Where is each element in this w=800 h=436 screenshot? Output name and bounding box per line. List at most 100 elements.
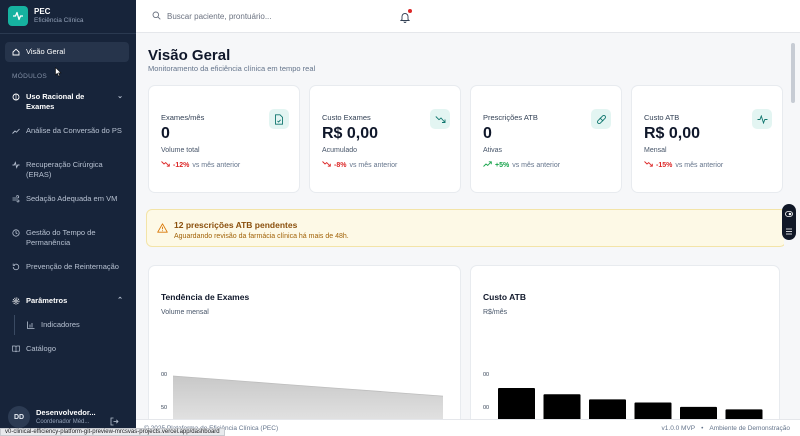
kpi-description: Ativas bbox=[483, 147, 503, 154]
kpi-card[interactable]: Custo Exames R$ 0,00 Acumulado -8% vs mê… bbox=[309, 85, 461, 193]
sidebar-item-reinternacao[interactable]: Prevenção de Reinternação bbox=[5, 262, 129, 272]
browser-status-url: v0-clinical-efficiency-platform-git-prev… bbox=[0, 428, 225, 436]
kpi-card[interactable]: Prescrições ATB 0 Ativas +5% vs mês ante… bbox=[470, 85, 622, 193]
pending-alert[interactable]: 12 prescrições ATB pendentes Aguardando … bbox=[146, 209, 784, 247]
kpi-trend-percent: +5% bbox=[495, 161, 510, 169]
kpi-trend-compare: vs mês anterior bbox=[512, 161, 561, 169]
sidebar-item-label: Sedação Adequada em VM bbox=[26, 194, 118, 203]
bell-icon[interactable] bbox=[399, 9, 412, 23]
activity-icon bbox=[752, 109, 772, 129]
kpi-trend: +5% vs mês anterior bbox=[483, 161, 560, 169]
kpi-trend-compare: vs mês anterior bbox=[349, 161, 398, 169]
trend-arrow-icon bbox=[322, 161, 331, 169]
sidebar-item-overview[interactable]: Visão Geral bbox=[5, 42, 129, 62]
kpi-card[interactable]: Custo ATB R$ 0,00 Mensal -15% vs mês ant… bbox=[631, 85, 783, 193]
brand-name: PEC bbox=[34, 7, 51, 16]
alert-title: 12 prescrições ATB pendentes bbox=[174, 220, 298, 230]
warning-icon bbox=[157, 220, 168, 238]
y-tick-label: 00 bbox=[483, 372, 489, 378]
sidebar-item-catalogo[interactable]: Catálogo bbox=[5, 344, 129, 354]
brand-subtitle: Eficiência Clínica bbox=[34, 17, 84, 24]
list-icon[interactable] bbox=[785, 222, 793, 240]
pill-icon bbox=[591, 109, 611, 129]
home-icon bbox=[11, 47, 20, 57]
sidebar-item-sedacao[interactable]: Sedação Adequada em VM bbox=[5, 194, 129, 204]
kpi-trend-percent: -12% bbox=[173, 161, 190, 169]
kpi-value: R$ 0,00 bbox=[322, 125, 379, 142]
sidebar-item-indicadores[interactable]: Indicadores bbox=[20, 320, 128, 330]
kpi-card[interactable]: Exames/mês 0 Volume total -12% vs mês an… bbox=[148, 85, 300, 193]
sidebar-item-exames[interactable]: Uso Racional de Exames ⌄ bbox=[5, 92, 129, 112]
kpi-label: Custo Exames bbox=[322, 113, 371, 122]
kpi-value: R$ 0,00 bbox=[644, 125, 701, 142]
bar bbox=[634, 402, 672, 419]
page-title: Visão Geral bbox=[148, 47, 231, 64]
chevron-down-icon: ⌄ bbox=[117, 93, 123, 100]
kpi-description: Mensal bbox=[644, 147, 667, 154]
kpi-value: 0 bbox=[483, 125, 492, 142]
sidebar-item-label: Análise da Conversão do PS bbox=[26, 126, 122, 135]
sidebar-item-label: Parâmetros bbox=[26, 296, 68, 305]
brain-icon bbox=[11, 92, 20, 102]
footer-meta: v1.0.0 MVP • Ambiente de Demonstração bbox=[662, 425, 790, 432]
exams-trend-card: Tendência de Exames Volume mensal 005000 bbox=[148, 265, 461, 419]
floating-toolbar[interactable] bbox=[782, 204, 796, 240]
clock-icon bbox=[11, 228, 20, 238]
search-input[interactable]: Buscar paciente, prontuário... bbox=[152, 9, 392, 23]
file-icon bbox=[269, 109, 289, 129]
brand[interactable]: PEC Eficiência Clínica bbox=[8, 6, 84, 26]
chevron-up-icon: ⌃ bbox=[117, 297, 123, 304]
mouse-cursor-icon bbox=[55, 64, 62, 82]
kpi-trend: -8% vs mês anterior bbox=[322, 161, 397, 169]
sidebar-item-permanencia[interactable]: Gestão do Tempo de Permanência bbox=[5, 228, 129, 248]
user-profile[interactable]: DD Desenvolvedor... Coordenador Méd... bbox=[8, 406, 96, 428]
toggle-icon[interactable] bbox=[785, 204, 793, 222]
sidebar: PEC Eficiência Clínica Visão Geral MÓDUL… bbox=[0, 0, 136, 436]
search-placeholder: Buscar paciente, prontuário... bbox=[167, 11, 272, 21]
user-role: Coordenador Méd... bbox=[36, 419, 90, 425]
submenu-line bbox=[14, 315, 15, 335]
sidebar-item-parametros[interactable]: Parâmetros ⌃ bbox=[5, 296, 129, 306]
search-icon bbox=[152, 11, 161, 22]
kpi-trend-percent: -8% bbox=[334, 161, 347, 169]
scroll-thumb[interactable] bbox=[791, 43, 795, 103]
atb-cost-card: Custo ATB R$/mês 000000 bbox=[470, 265, 780, 419]
activity-icon bbox=[11, 160, 20, 170]
section-label: MÓDULOS bbox=[12, 73, 47, 80]
y-tick-label: 00 bbox=[161, 372, 167, 378]
gear-icon bbox=[11, 296, 20, 306]
trending-up-icon bbox=[11, 126, 20, 136]
kpi-trend: -12% vs mês anterior bbox=[161, 161, 240, 169]
sidebar-item-label: Catálogo bbox=[26, 344, 57, 353]
trend-arrow-icon bbox=[161, 161, 170, 169]
trending-down-icon bbox=[430, 109, 450, 129]
kpi-trend-compare: vs mês anterior bbox=[192, 161, 241, 169]
bar bbox=[725, 409, 763, 419]
bar-chart-icon bbox=[26, 320, 35, 330]
alert-description: Aguardando revisão da farmácia clínica h… bbox=[174, 233, 349, 240]
kpi-description: Volume total bbox=[161, 147, 200, 154]
rotate-icon bbox=[11, 262, 20, 272]
kpi-label: Exames/mês bbox=[161, 113, 205, 122]
kpi-trend: -15% vs mês anterior bbox=[644, 161, 723, 169]
sidebar-item-ps[interactable]: Análise da Conversão do PS bbox=[5, 126, 129, 136]
activity-logo-icon bbox=[8, 6, 28, 26]
user-name: Desenvolvedor... bbox=[36, 408, 96, 417]
main-content: Visão Geral Monitoramento da eficiência … bbox=[136, 33, 784, 419]
sidebar-item-label: Indicadores bbox=[41, 320, 80, 329]
book-icon bbox=[11, 344, 20, 354]
bar bbox=[543, 394, 581, 419]
avatar: DD bbox=[8, 406, 30, 428]
kpi-label: Prescrições ATB bbox=[483, 113, 538, 122]
sidebar-item-eras[interactable]: Recuperação Cirúrgica (ERAS) bbox=[5, 160, 129, 180]
bar bbox=[680, 406, 717, 419]
trend-arrow-icon bbox=[644, 161, 653, 169]
bar bbox=[589, 399, 626, 419]
wind-icon bbox=[11, 194, 20, 204]
sidebar-item-label: Uso Racional de Exames bbox=[26, 92, 85, 111]
footer-environment: Ambiente de Demonstração bbox=[709, 425, 790, 432]
sidebar-item-label: Visão Geral bbox=[26, 47, 66, 56]
kpi-trend-compare: vs mês anterior bbox=[675, 161, 724, 169]
bar bbox=[498, 388, 535, 419]
page-subtitle: Monitoramento da eficiência clínica em t… bbox=[148, 64, 316, 73]
